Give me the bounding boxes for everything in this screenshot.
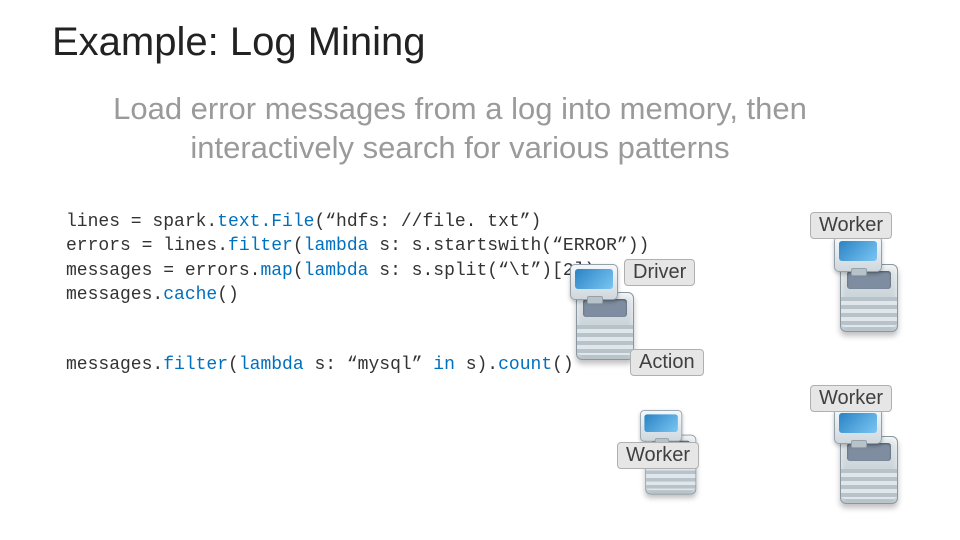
worker-label: Worker (810, 385, 892, 412)
server-monitor-icon (570, 264, 618, 300)
server-rack-icon (840, 436, 898, 504)
worker-label: Worker (617, 442, 699, 469)
code-func: filter (228, 236, 293, 256)
server-monitor-icon (834, 408, 882, 444)
code-keyword: lambda (304, 236, 369, 256)
server-icon (834, 236, 904, 336)
code-keyword: in (433, 355, 455, 375)
server-monitor-icon (834, 236, 882, 272)
code-text: s: s.split(“\t”)[2]) (368, 261, 595, 281)
server-icon (834, 408, 904, 508)
driver-label: Driver (624, 259, 695, 286)
code-text: lines = spark. (66, 212, 217, 232)
code-text: errors = lines. (66, 236, 228, 256)
code-text: s). (455, 355, 498, 375)
code-keyword: lambda (304, 261, 369, 281)
code-func: cache (163, 285, 217, 305)
slide: Example: Log Mining Load error messages … (0, 0, 960, 540)
code-func: filter (163, 355, 228, 375)
subtitle: Load error messages from a log into memo… (50, 90, 870, 168)
code-text: s: “mysql” (304, 355, 434, 375)
code-func: text.File (217, 212, 314, 232)
code-block-main: lines = spark.text.File(“hdfs: //file. t… (66, 210, 649, 307)
code-text: messages. (66, 355, 163, 375)
action-label: Action (630, 349, 704, 376)
code-text: messages. (66, 285, 163, 305)
code-text: ( (228, 355, 239, 375)
page-title: Example: Log Mining (52, 20, 426, 65)
code-keyword: lambda (239, 355, 304, 375)
server-rack-icon (576, 292, 634, 360)
code-text: () (217, 285, 239, 305)
code-block-action: messages.filter(lambda s: “mysql” in s).… (66, 355, 574, 375)
code-text: messages = errors. (66, 261, 260, 281)
code-text: (“hdfs: //file. txt”) (314, 212, 541, 232)
server-monitor-icon (640, 410, 682, 442)
code-func: map (260, 261, 292, 281)
code-text: s: s.startswith(“ERROR”)) (368, 236, 649, 256)
code-func: count (498, 355, 552, 375)
worker-label: Worker (810, 212, 892, 239)
code-text: ( (293, 261, 304, 281)
code-text: ( (293, 236, 304, 256)
server-rack-icon (840, 264, 898, 332)
